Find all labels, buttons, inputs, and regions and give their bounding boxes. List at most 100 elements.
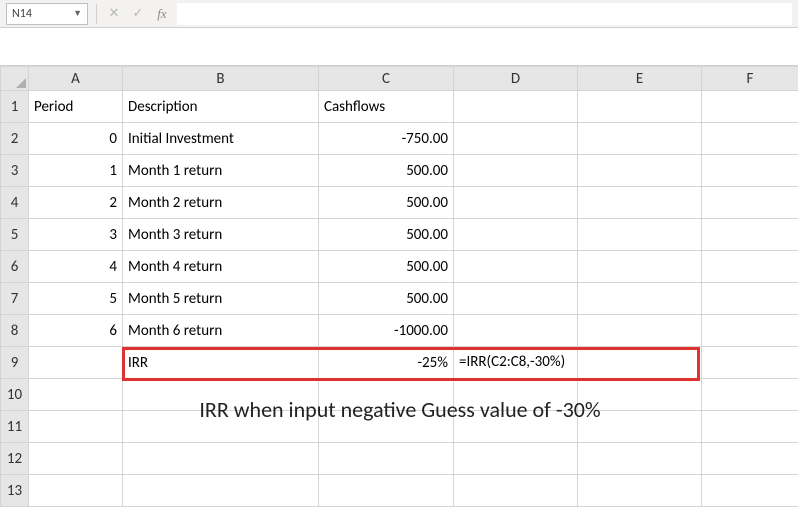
row-header[interactable]: 12 xyxy=(1,443,29,475)
cell-C1[interactable]: Cashflows xyxy=(319,91,454,123)
cell-E6[interactable] xyxy=(578,251,702,283)
cell-E4[interactable] xyxy=(578,187,702,219)
cell-E5[interactable] xyxy=(578,219,702,251)
row-7: 7 5 Month 5 return 500.00 xyxy=(1,283,798,315)
chevron-down-icon[interactable]: ▼ xyxy=(73,8,82,19)
formula-input[interactable] xyxy=(177,3,792,25)
cell-E12[interactable] xyxy=(578,443,702,475)
cell-F1[interactable] xyxy=(702,91,798,123)
cell-E7[interactable] xyxy=(578,283,702,315)
cell-C13[interactable] xyxy=(319,475,454,507)
cell-A2[interactable]: 0 xyxy=(29,123,123,155)
grid[interactable]: A B C D E F 1 Period Description Cashflo… xyxy=(0,66,798,507)
cell-A12[interactable] xyxy=(29,443,123,475)
col-header-C[interactable]: C xyxy=(319,67,454,91)
col-header-F[interactable]: F xyxy=(702,67,798,91)
row-header[interactable]: 9 xyxy=(1,347,29,379)
cell-F8[interactable] xyxy=(702,315,798,347)
row-6: 6 4 Month 4 return 500.00 xyxy=(1,251,798,283)
cell-D13[interactable] xyxy=(454,475,578,507)
cell-B4[interactable]: Month 2 return xyxy=(123,187,319,219)
row-header[interactable]: 5 xyxy=(1,219,29,251)
cell-B7[interactable]: Month 5 return xyxy=(123,283,319,315)
cell-A8[interactable]: 6 xyxy=(29,315,123,347)
confirm-icon[interactable]: ✓ xyxy=(129,6,147,21)
cell-A10[interactable] xyxy=(29,379,123,411)
cell-D5[interactable] xyxy=(454,219,578,251)
cell-C8[interactable]: -1000.00 xyxy=(319,315,454,347)
cell-D6[interactable] xyxy=(454,251,578,283)
cell-B8[interactable]: Month 6 return xyxy=(123,315,319,347)
cell-F2[interactable] xyxy=(702,123,798,155)
cell-A1[interactable]: Period xyxy=(29,91,123,123)
cell-F13[interactable] xyxy=(702,475,798,507)
cancel-icon[interactable]: ✕ xyxy=(105,6,123,21)
cell-F3[interactable] xyxy=(702,155,798,187)
cell-B6[interactable]: Month 4 return xyxy=(123,251,319,283)
cell-C7[interactable]: 500.00 xyxy=(319,283,454,315)
cell-E3[interactable] xyxy=(578,155,702,187)
col-header-E[interactable]: E xyxy=(578,67,702,91)
row-header[interactable]: 3 xyxy=(1,155,29,187)
select-all-corner[interactable] xyxy=(1,67,29,91)
cell-B5[interactable]: Month 3 return xyxy=(123,219,319,251)
cell-C9[interactable]: -25% xyxy=(319,347,454,379)
cell-D1[interactable] xyxy=(454,91,578,123)
fx-icon[interactable]: fx xyxy=(153,6,171,22)
row-header[interactable]: 11 xyxy=(1,411,29,443)
col-header-D[interactable]: D xyxy=(454,67,578,91)
cell-A5[interactable]: 3 xyxy=(29,219,123,251)
cell-F11[interactable] xyxy=(702,411,798,443)
cell-C3[interactable]: 500.00 xyxy=(319,155,454,187)
cell-D2[interactable] xyxy=(454,123,578,155)
cell-B12[interactable] xyxy=(123,443,319,475)
cell-D9[interactable]: =IRR(C2:C8,-30%) xyxy=(459,353,565,371)
cell-D8[interactable] xyxy=(454,315,578,347)
row-header[interactable]: 6 xyxy=(1,251,29,283)
cell-C5[interactable]: 500.00 xyxy=(319,219,454,251)
cell-F10[interactable] xyxy=(702,379,798,411)
cell-D7[interactable] xyxy=(454,283,578,315)
cell-B13[interactable] xyxy=(123,475,319,507)
cell-B1[interactable]: Description xyxy=(123,91,319,123)
name-box-value: N14 xyxy=(12,7,32,21)
cell-A3[interactable]: 1 xyxy=(29,155,123,187)
row-header[interactable]: 10 xyxy=(1,379,29,411)
cell-A9[interactable] xyxy=(29,347,123,379)
row-header[interactable]: 13 xyxy=(1,475,29,507)
col-header-A[interactable]: A xyxy=(29,67,123,91)
cell-B3[interactable]: Month 1 return xyxy=(123,155,319,187)
row-header[interactable]: 2 xyxy=(1,123,29,155)
cell-A13[interactable] xyxy=(29,475,123,507)
cell-D3[interactable] xyxy=(454,155,578,187)
cell-C12[interactable] xyxy=(319,443,454,475)
cell-F12[interactable] xyxy=(702,443,798,475)
row-header[interactable]: 8 xyxy=(1,315,29,347)
cell-F7[interactable] xyxy=(702,283,798,315)
row-header[interactable]: 7 xyxy=(1,283,29,315)
row-header[interactable]: 1 xyxy=(1,91,29,123)
col-header-B[interactable]: B xyxy=(123,67,319,91)
cell-E9[interactable] xyxy=(578,347,702,379)
cell-A6[interactable]: 4 xyxy=(29,251,123,283)
cell-F5[interactable] xyxy=(702,219,798,251)
cell-D4[interactable] xyxy=(454,187,578,219)
cell-F9[interactable] xyxy=(702,347,798,379)
cell-F4[interactable] xyxy=(702,187,798,219)
cell-C2[interactable]: -750.00 xyxy=(319,123,454,155)
cell-E13[interactable] xyxy=(578,475,702,507)
cell-F6[interactable] xyxy=(702,251,798,283)
cell-E1[interactable] xyxy=(578,91,702,123)
cell-A11[interactable] xyxy=(29,411,123,443)
cell-C4[interactable]: 500.00 xyxy=(319,187,454,219)
cell-A4[interactable]: 2 xyxy=(29,187,123,219)
name-box[interactable]: N14 ▼ xyxy=(6,3,88,25)
cell-E8[interactable] xyxy=(578,315,702,347)
cell-E2[interactable] xyxy=(578,123,702,155)
row-header[interactable]: 4 xyxy=(1,187,29,219)
cell-D12[interactable] xyxy=(454,443,578,475)
cell-A7[interactable]: 5 xyxy=(29,283,123,315)
cell-B9[interactable]: IRR xyxy=(123,347,319,379)
cell-B2[interactable]: Initial Investment xyxy=(123,123,319,155)
cell-C6[interactable]: 500.00 xyxy=(319,251,454,283)
